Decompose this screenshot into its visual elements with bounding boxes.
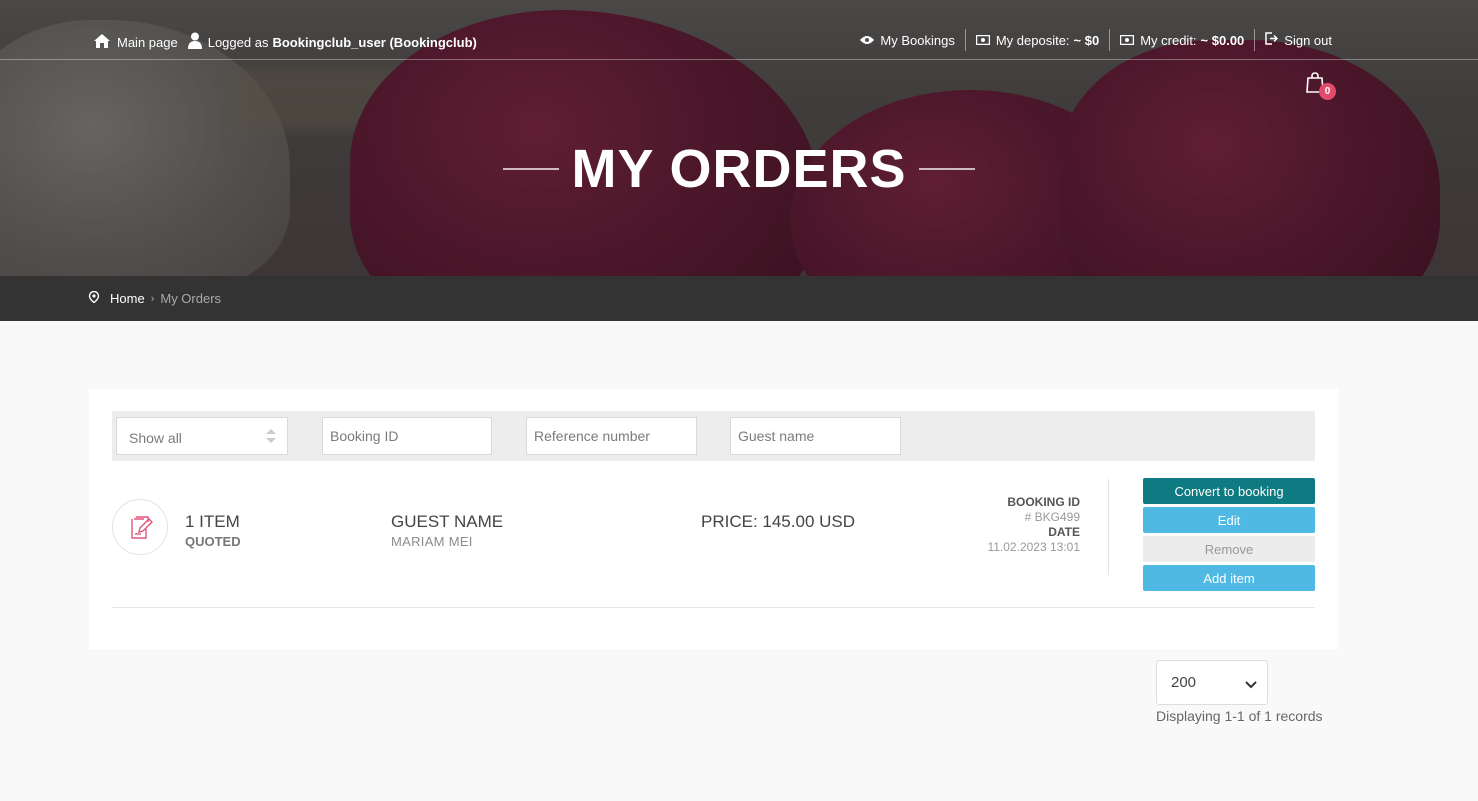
order-status-badge	[112, 499, 168, 555]
booking-id-input[interactable]	[323, 418, 491, 454]
guest-name-value: MARIAM MEI	[391, 534, 473, 549]
logged-as-info: Logged as Bookingclub_user (Bookingclub)	[187, 32, 477, 52]
convert-to-booking-button[interactable]: Convert to booking	[1143, 478, 1315, 504]
reference-number-input[interactable]	[527, 418, 696, 454]
breadcrumb: Home › My Orders	[88, 290, 222, 306]
add-item-button[interactable]: Add item	[1143, 565, 1315, 591]
topbar-divider	[0, 59, 1478, 60]
breadcrumb-home-link[interactable]: Home	[110, 291, 145, 306]
breadcrumb-separator: ›	[150, 292, 155, 305]
status-filter-value: Show all	[129, 430, 182, 446]
breadcrumb-bar: Home › My Orders	[0, 276, 1478, 321]
chevron-down-icon	[1245, 676, 1257, 693]
topbar-right: My Bookings My deposite: ~ $0 My credit:…	[850, 28, 1332, 52]
deposite-value: ~ $0	[1073, 32, 1100, 48]
user-icon	[187, 32, 202, 52]
breadcrumb-current: My Orders	[160, 291, 222, 306]
orders-panel: Show all 1 ITEM QUOTED GUEST NAME MARI	[89, 389, 1338, 649]
credit-label: My credit:	[1140, 32, 1197, 48]
main-page-label: Main page	[117, 34, 178, 50]
booking-id-label: BOOKING ID	[1007, 495, 1080, 509]
my-credit-link[interactable]: My credit: ~ $0.00	[1109, 29, 1254, 51]
page-size-select[interactable]: 200	[1156, 660, 1268, 705]
title-line-left	[503, 167, 560, 170]
order-row: 1 ITEM QUOTED GUEST NAME MARIAM MEI PRIC…	[112, 477, 1315, 608]
order-meta: BOOKING ID # BKG499 DATE 11.02.2023 13:0…	[987, 495, 1080, 555]
booking-id-filter[interactable]	[322, 417, 492, 455]
logged-as-user: Bookingclub_user (Bookingclub)	[272, 34, 477, 50]
title-line-right	[918, 167, 975, 170]
order-actions: Convert to booking Edit Remove Add item	[1143, 478, 1315, 594]
guest-name-filter[interactable]	[730, 417, 901, 455]
page-title-text: MY ORDERS	[571, 139, 907, 199]
my-bookings-label: My Bookings	[880, 32, 955, 48]
money-icon	[1119, 33, 1135, 48]
cart-count-badge: 0	[1319, 83, 1336, 100]
order-divider	[1108, 479, 1109, 575]
credit-value: ~ $0.00	[1200, 32, 1245, 48]
home-icon	[93, 33, 111, 52]
remove-button[interactable]: Remove	[1143, 536, 1315, 562]
edit-note-icon	[131, 516, 153, 539]
booking-id-value: # BKG499	[1024, 510, 1080, 524]
select-arrows-icon	[265, 426, 277, 446]
page-title: MY ORDERS	[0, 138, 1478, 200]
hero-banner: Main page Logged as Bookingclub_user (Bo…	[0, 0, 1478, 276]
my-deposite-link[interactable]: My deposite: ~ $0	[964, 29, 1109, 51]
guest-name-label: GUEST NAME	[391, 512, 504, 531]
main-page-link[interactable]: Main page	[93, 33, 178, 52]
page-size-value: 200	[1171, 674, 1197, 691]
money-icon	[975, 33, 991, 48]
edit-button[interactable]: Edit	[1143, 507, 1315, 533]
reference-filter[interactable]	[526, 417, 697, 455]
sign-out-link[interactable]: Sign out	[1254, 29, 1332, 51]
deposite-label: My deposite:	[995, 32, 1070, 48]
order-price: PRICE: 145.00 USD	[701, 512, 856, 531]
date-value: 11.02.2023 13:01	[987, 540, 1080, 554]
order-status: QUOTED	[185, 534, 241, 549]
sign-out-icon	[1265, 32, 1279, 48]
records-info: Displaying 1-1 of 1 records	[1156, 708, 1323, 724]
eye-icon	[860, 33, 875, 48]
sign-out-label: Sign out	[1284, 32, 1332, 48]
location-pin-icon	[88, 290, 100, 306]
top-navigation: Main page Logged as Bookingclub_user (Bo…	[0, 28, 1478, 56]
filters-bar: Show all	[112, 411, 1315, 461]
guest-name-input[interactable]	[731, 418, 900, 454]
topbar-left: Main page Logged as Bookingclub_user (Bo…	[93, 28, 477, 56]
status-filter-select[interactable]: Show all	[116, 417, 288, 455]
my-bookings-link[interactable]: My Bookings	[850, 29, 964, 51]
order-items-count: 1 ITEM	[185, 512, 240, 531]
date-label: DATE	[1048, 525, 1080, 539]
logged-as-prefix: Logged as	[207, 34, 269, 50]
cart-button[interactable]: 0	[1306, 72, 1336, 102]
